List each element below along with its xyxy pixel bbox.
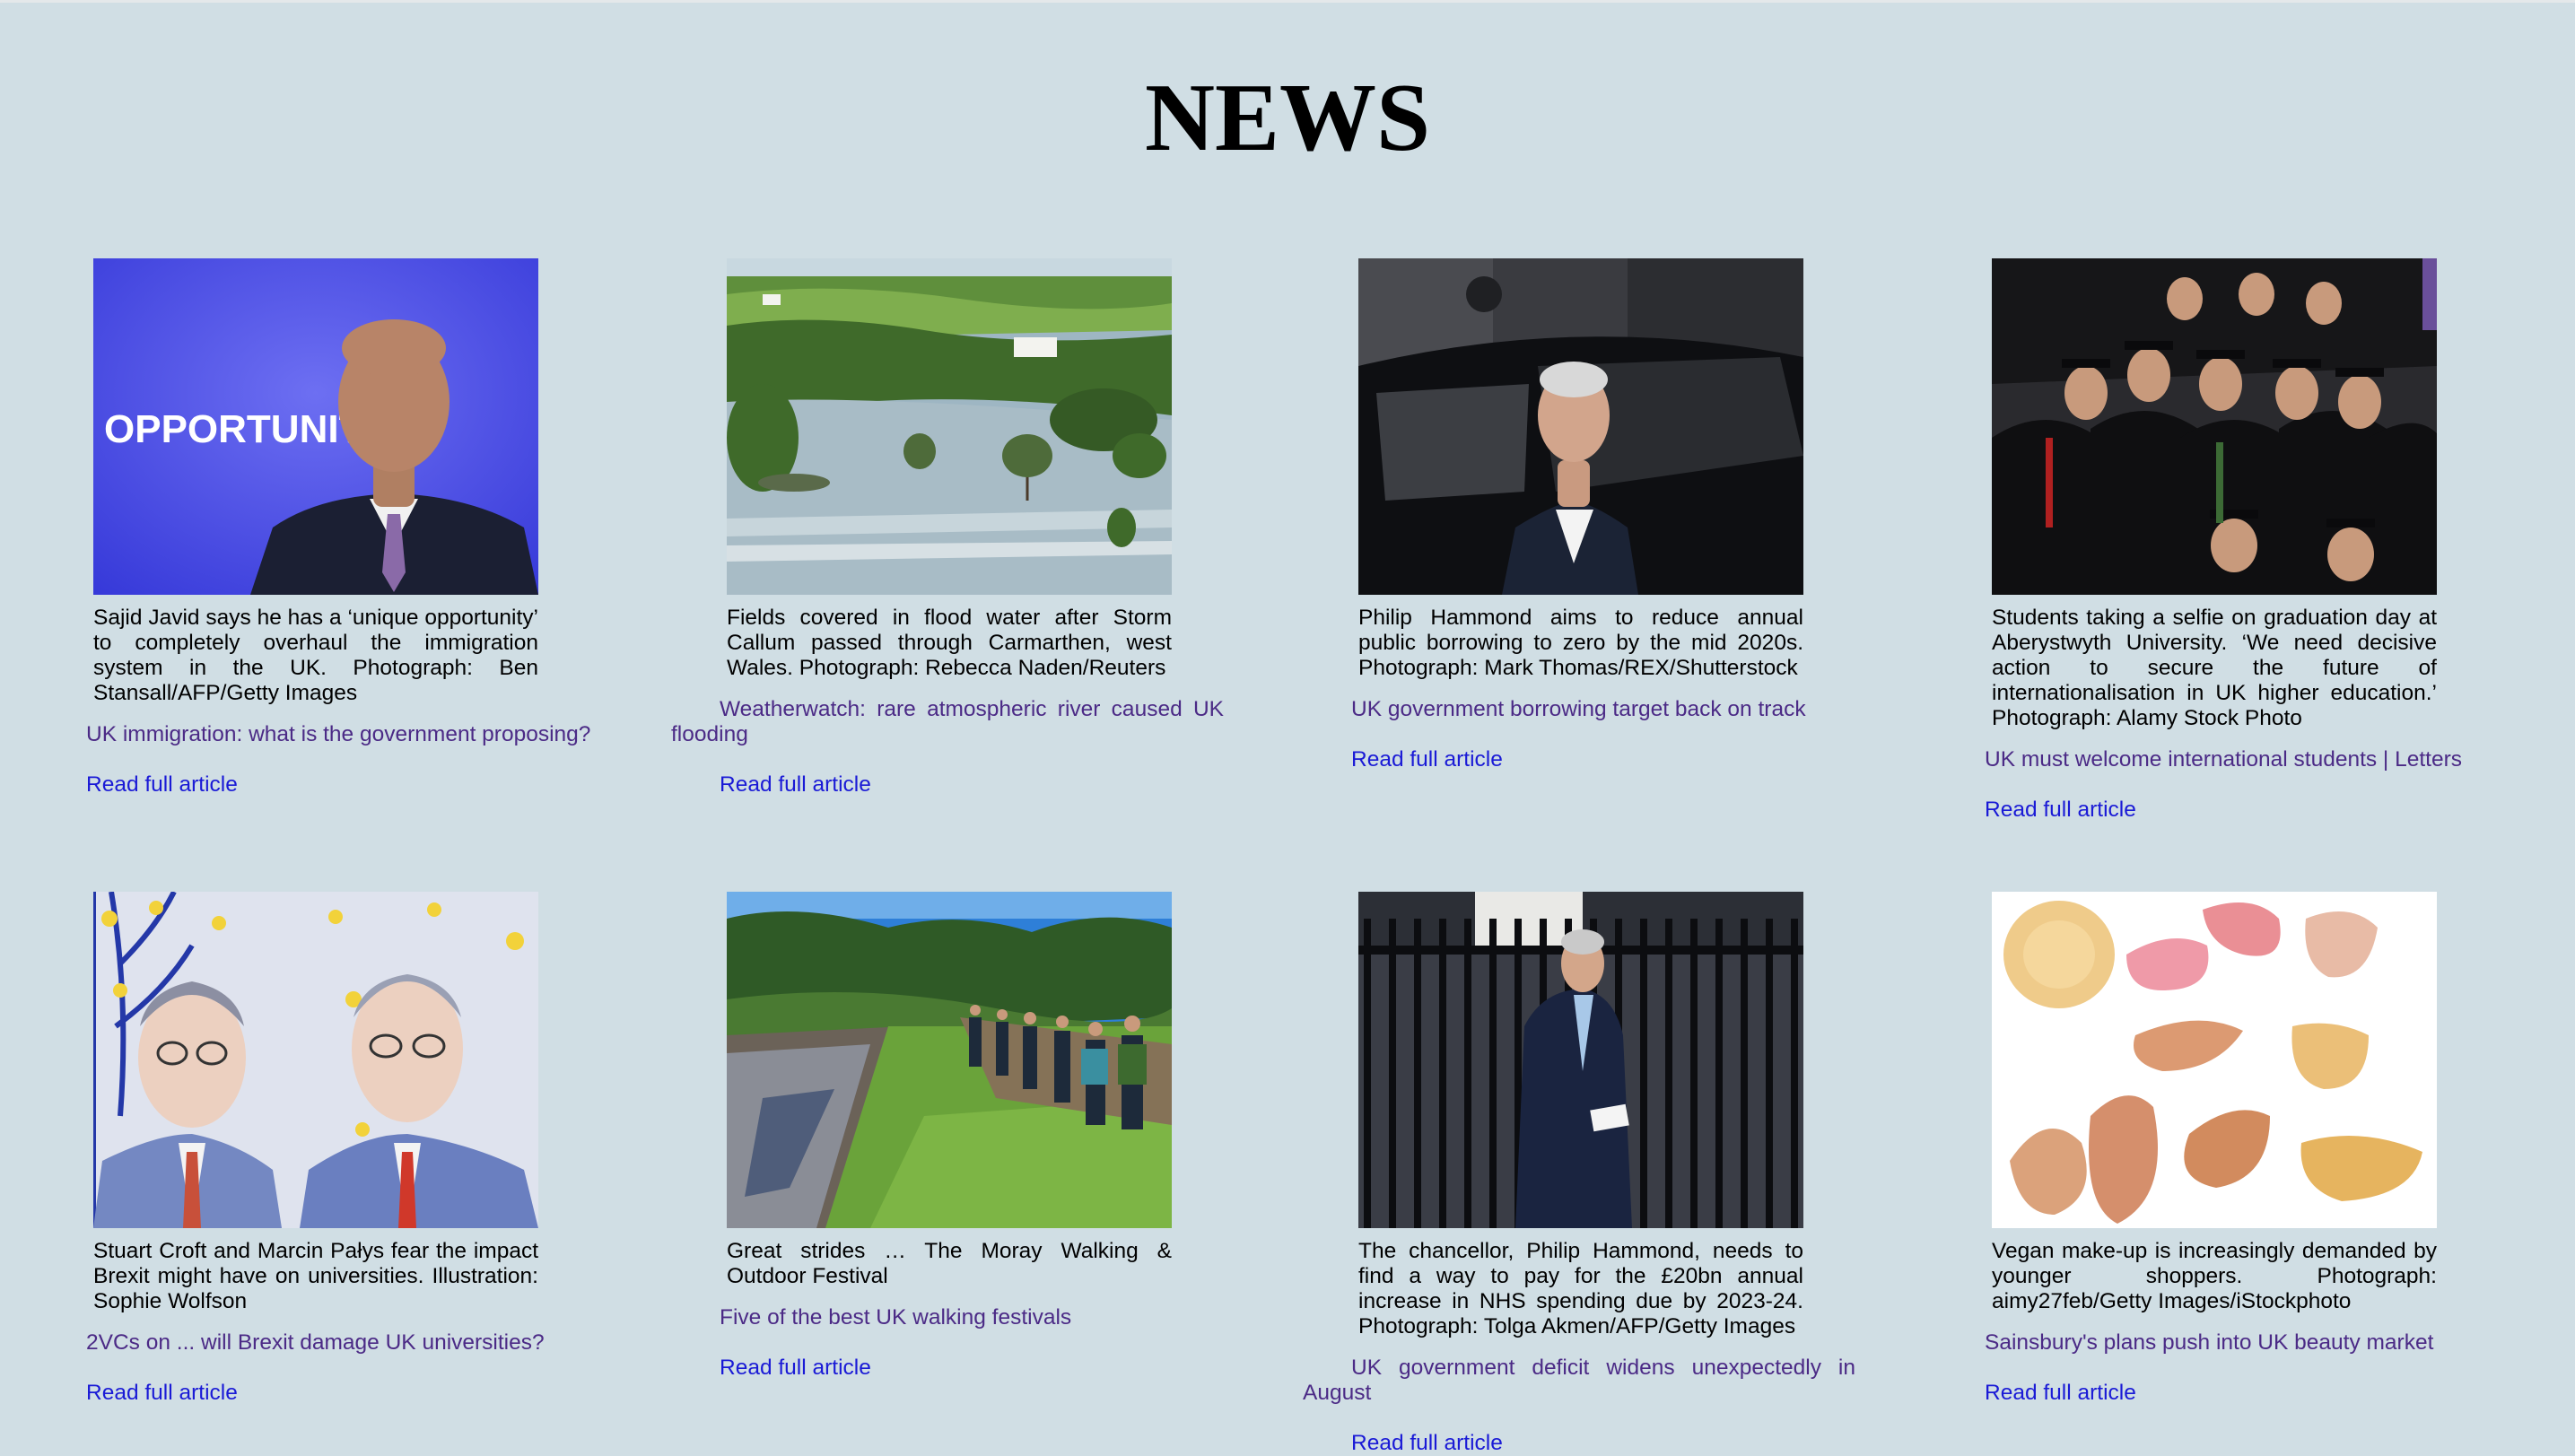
headline-link[interactable]: Weatherwatch: rare atmospheric river cau… bbox=[671, 697, 1224, 747]
read-more-link[interactable]: Read full article bbox=[1985, 1381, 2136, 1406]
article-image[interactable] bbox=[727, 892, 1172, 1228]
read-more-link[interactable]: Read full article bbox=[1351, 1431, 1503, 1456]
article-image[interactable] bbox=[727, 258, 1172, 595]
image-caption: The chancellor, Philip Hammond, needs to… bbox=[1358, 1239, 1803, 1338]
headline-link[interactable]: UK immigration: what is the government p… bbox=[86, 722, 714, 747]
headline-link[interactable]: 2VCs on ... will Brexit damage UK univer… bbox=[86, 1330, 714, 1356]
article-image[interactable] bbox=[1992, 892, 2437, 1228]
article-image[interactable] bbox=[1992, 258, 2437, 595]
headline-link[interactable]: UK government borrowing target back on t… bbox=[1351, 697, 1979, 722]
image-caption: Students taking a selfie on graduation d… bbox=[1992, 606, 2437, 730]
headline-link[interactable]: Five of the best UK walking festivals bbox=[720, 1305, 1348, 1330]
article-image[interactable] bbox=[1358, 892, 1803, 1228]
top-divider bbox=[0, 0, 2575, 3]
image-caption: Great strides … The Moray Walking & Outd… bbox=[727, 1239, 1172, 1288]
read-more-link[interactable]: Read full article bbox=[1351, 747, 1503, 772]
article-image[interactable] bbox=[1358, 258, 1803, 595]
read-more-link[interactable]: Read full article bbox=[1985, 798, 2136, 823]
headline-link[interactable]: UK must welcome international students |… bbox=[1985, 747, 2575, 772]
article-image[interactable]: OPPORTUNITY bbox=[93, 258, 538, 595]
image-caption: Fields covered in flood water after Stor… bbox=[727, 606, 1172, 680]
image-caption: Sajid Javid says he has a ‘unique opport… bbox=[93, 606, 538, 705]
headline-link[interactable]: Sainsbury's plans push into UK beauty ma… bbox=[1985, 1330, 2575, 1356]
article-image[interactable] bbox=[93, 892, 538, 1228]
image-caption: Vegan make-up is increasingly demanded b… bbox=[1992, 1239, 2437, 1313]
read-more-link[interactable]: Read full article bbox=[720, 1356, 871, 1381]
headline-link[interactable]: UK government deficit widens unexpectedl… bbox=[1303, 1356, 1855, 1406]
page-title: NEWS bbox=[1144, 65, 1431, 171]
image-caption: Stuart Croft and Marcin Pałys fear the i… bbox=[93, 1239, 538, 1313]
read-more-link[interactable]: Read full article bbox=[86, 1381, 238, 1406]
read-more-link[interactable]: Read full article bbox=[720, 772, 871, 798]
image-caption: Philip Hammond aims to reduce annual pub… bbox=[1358, 606, 1803, 680]
read-more-link[interactable]: Read full article bbox=[86, 772, 238, 798]
